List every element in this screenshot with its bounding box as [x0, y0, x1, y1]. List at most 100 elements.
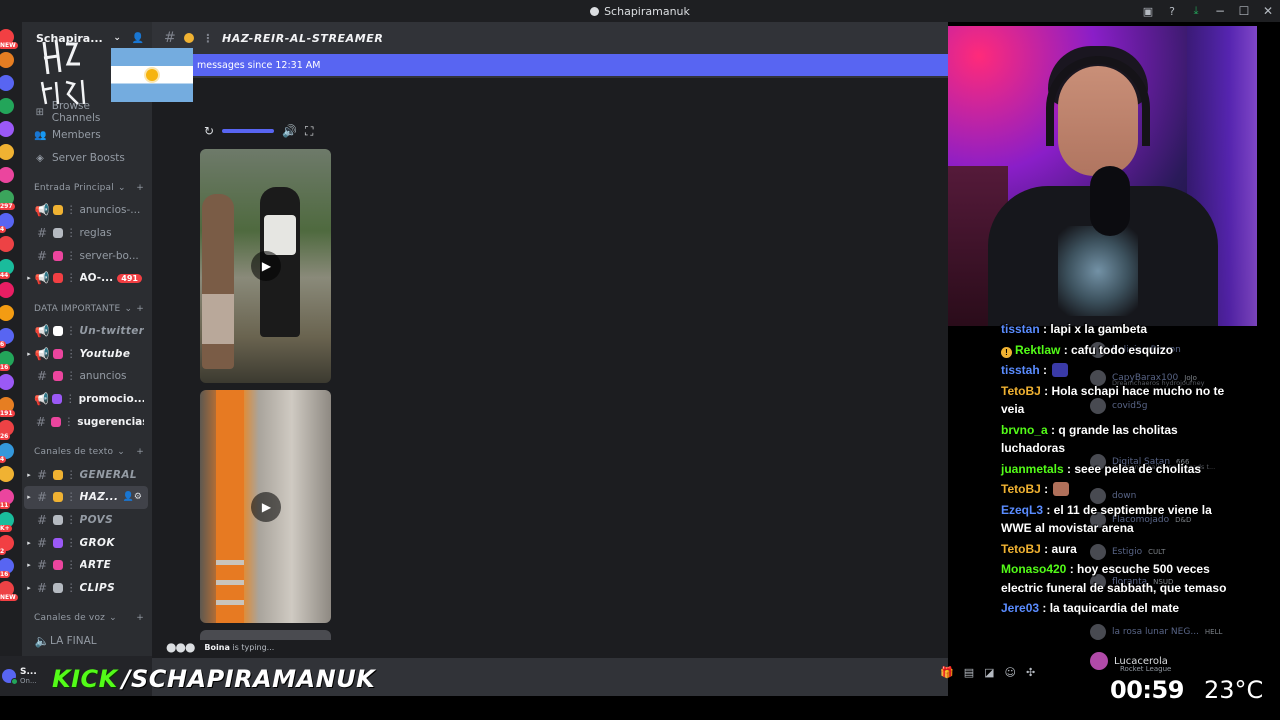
chat-username[interactable]: Rektlaw: [1015, 343, 1060, 357]
server-icon[interactable]: [0, 167, 14, 183]
video-attachment[interactable]: ▶: [200, 390, 331, 623]
server-icon[interactable]: 16: [0, 351, 14, 371]
channel-emoji-icon: [53, 492, 63, 503]
close-button[interactable]: ✕: [1256, 0, 1280, 22]
category-importante[interactable]: DATA IMPORTANTE ⌄ +: [22, 298, 152, 320]
server-icon[interactable]: [0, 144, 14, 160]
download-icon[interactable]: ⤓: [1184, 0, 1208, 22]
chat-username[interactable]: tisstan: [1001, 322, 1040, 336]
maximize-button[interactable]: ☐: [1232, 0, 1256, 22]
channel-item[interactable]: ▸ # ⋮ GENERAL: [24, 463, 148, 486]
server-icon[interactable]: 16: [0, 558, 14, 578]
channel-item[interactable]: ▸ # ⋮ GROK: [24, 531, 148, 554]
chat-username[interactable]: TetoBJ: [1001, 482, 1041, 496]
server-icon[interactable]: [0, 98, 14, 114]
channel-item[interactable]: ▸ # ⋮ CLIPS: [24, 577, 148, 600]
emoji-icon[interactable]: ☺: [1005, 666, 1016, 682]
channel-item[interactable]: 📢 ⋮ anuncios-...: [24, 199, 148, 222]
channel-item[interactable]: ▸ 📢 ⋮ AO-... 491: [24, 267, 148, 290]
server-icon[interactable]: 2: [0, 535, 14, 555]
gif-icon[interactable]: ▤: [964, 666, 974, 682]
help-icon[interactable]: ?: [1160, 0, 1184, 22]
chat-username[interactable]: tisstah: [1001, 363, 1040, 377]
typing-dots-icon: ●●●: [166, 640, 195, 654]
channel-item[interactable]: # ⋮ server-bo...: [24, 244, 148, 267]
chat-username[interactable]: EzeqL3: [1001, 503, 1043, 517]
channel-item[interactable]: 📢 ⋮ promocio...: [24, 388, 148, 411]
category-voz[interactable]: Canales de voz ⌄ +: [22, 607, 152, 629]
server-icon[interactable]: NEW: [0, 29, 18, 49]
server-icon[interactable]: 4: [0, 443, 14, 463]
channel-item[interactable]: 📢 ⋮ Un-twitter: [24, 320, 148, 343]
chat-message: EzeqL3 : el 11 de septiembre viene la WW…: [998, 501, 1230, 538]
server-icon[interactable]: NEW: [0, 581, 18, 601]
chat-username[interactable]: juanmetals: [1001, 462, 1064, 476]
haz-reir-logo: [40, 39, 86, 105]
server-icon[interactable]: [0, 466, 14, 482]
chat-username[interactable]: Monaso420: [1001, 562, 1066, 576]
volume-icon[interactable]: 🔊: [282, 124, 297, 138]
server-icon[interactable]: [0, 75, 14, 91]
video-frame-pillar: [216, 390, 244, 623]
server-icon[interactable]: 191: [0, 397, 15, 417]
video-attachment[interactable]: ▶: [200, 149, 331, 383]
member-item[interactable]: Lucacerola Rocket League: [1090, 652, 1171, 673]
channel-item[interactable]: # ⋮ reglas: [24, 222, 148, 245]
play-icon[interactable]: ▶: [250, 491, 281, 522]
channel-label: Un-twitter: [79, 325, 145, 338]
server-icon[interactable]: [0, 282, 14, 298]
inbox-icon[interactable]: ▣: [1136, 0, 1160, 22]
replay-icon[interactable]: ↻: [204, 124, 214, 138]
channel-item[interactable]: 🔈 LA FINAL: [24, 629, 148, 652]
chat-username[interactable]: Jere03: [1001, 601, 1039, 615]
member-item[interactable]: la rosa lunar NEG... HELL: [1090, 622, 1222, 642]
members-nav[interactable]: 👥 Members: [28, 124, 146, 146]
add-channel-icon[interactable]: +: [136, 304, 144, 314]
category-entrada[interactable]: Entrada Principal ⌄ +: [22, 177, 152, 199]
add-channel-icon[interactable]: +: [136, 183, 144, 193]
settings-icon[interactable]: 👤⚙: [123, 492, 142, 502]
sticker-icon[interactable]: ◪: [984, 666, 994, 682]
server-boosts[interactable]: ◈ Server Boosts: [28, 147, 146, 169]
chat-username[interactable]: TetoBJ: [1001, 384, 1041, 398]
avatar: [1090, 624, 1106, 640]
server-icon[interactable]: [0, 121, 14, 137]
gift-icon[interactable]: 🎁: [940, 666, 954, 682]
server-icon[interactable]: 297: [0, 190, 15, 210]
play-icon[interactable]: ▶: [250, 251, 281, 281]
channel-item[interactable]: ▸ # ⋮ ARTE: [24, 554, 148, 577]
video-attachment[interactable]: [200, 630, 331, 640]
chat-username[interactable]: TetoBJ: [1001, 542, 1041, 556]
server-icon[interactable]: 44: [0, 259, 14, 279]
channel-item[interactable]: # ⋮ sugerencias: [24, 411, 148, 434]
server-icon[interactable]: 26: [0, 420, 14, 440]
category-texto[interactable]: Canales de texto ⌄ +: [22, 441, 152, 463]
apps-icon[interactable]: ✣: [1026, 666, 1035, 682]
add-member-icon[interactable]: 👤: [132, 33, 144, 44]
server-icon[interactable]: 11: [0, 489, 14, 509]
argentina-flag: [111, 48, 193, 102]
add-channel-icon[interactable]: +: [136, 613, 144, 623]
server-icon[interactable]: [0, 52, 14, 68]
notification-badge: 4: [0, 226, 7, 233]
fullscreen-icon[interactable]: ⛶: [305, 124, 313, 139]
server-icon[interactable]: [0, 236, 14, 252]
avatar[interactable]: [2, 669, 18, 685]
add-channel-icon[interactable]: +: [136, 447, 144, 457]
user-name: S...: [20, 667, 37, 677]
chat-username[interactable]: brvno_a: [1001, 423, 1048, 437]
notification-badge: 16: [0, 364, 11, 371]
new-messages-banner[interactable]: messages since 12:31 AM: [152, 54, 948, 76]
notification-badge: 44: [0, 272, 11, 279]
server-icon[interactable]: [0, 374, 14, 390]
volume-slider[interactable]: [222, 129, 275, 133]
server-icon[interactable]: 6: [0, 328, 14, 348]
server-icon[interactable]: K+: [0, 512, 14, 532]
minimize-button[interactable]: −: [1208, 0, 1232, 22]
channel-item[interactable]: ▸ 📢 ⋮ Youtube: [24, 342, 148, 365]
channel-item[interactable]: # ⋮ POVS: [24, 509, 148, 532]
channel-item[interactable]: # ⋮ anuncios: [24, 365, 148, 388]
server-icon[interactable]: [0, 305, 14, 321]
server-icon[interactable]: 4: [0, 213, 14, 233]
channel-item[interactable]: ▸ # ⋮ HAZ... 👤⚙: [24, 485, 148, 509]
